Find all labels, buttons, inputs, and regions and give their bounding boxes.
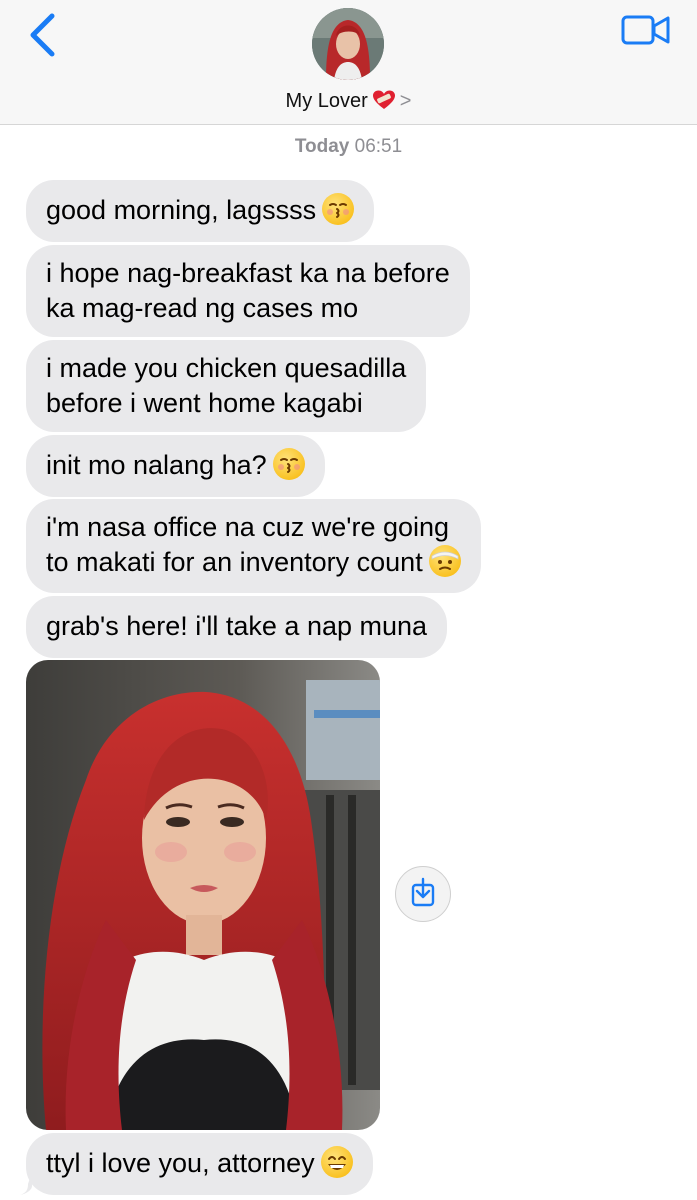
message-text: init mo nalang ha? (46, 450, 267, 480)
heart-with-bandage-icon (372, 90, 395, 109)
message-text: ttyl i love you, attorney (46, 1148, 315, 1178)
message-text: i hope nag-breakfast ka na before ka mag… (46, 258, 450, 323)
chevron-right-icon: > (399, 90, 412, 112)
grinning-face-icon (320, 1146, 353, 1178)
timestamp-time: 06:51 (354, 136, 403, 157)
thread-timestamp: Today 06:51 (0, 136, 697, 158)
kissing-face-icon (322, 193, 355, 225)
bubble-tail (20, 1172, 32, 1195)
face-with-head-bandage-icon (428, 545, 461, 577)
contact-name: My Lover (285, 90, 368, 112)
message-bubble[interactable]: good morning, lagssss (26, 180, 375, 242)
message-text: i made you chicken quesadilla before i w… (46, 353, 407, 418)
message-text: good morning, lagssss (46, 195, 317, 225)
message-text: grab's here! i'll take a nap muna (46, 611, 428, 641)
message-bubble[interactable]: init mo nalang ha? (26, 435, 325, 497)
download-icon (411, 877, 435, 907)
back-chevron-icon[interactable] (24, 12, 64, 58)
kissing-face-icon (272, 448, 305, 480)
video-call-icon[interactable] (620, 12, 672, 48)
message-bubble[interactable]: i made you chicken quesadilla before i w… (26, 340, 427, 432)
contact-name-button[interactable]: My Lover > (0, 90, 697, 113)
message-bubble[interactable]: grab's here! i'll take a nap muna (26, 596, 448, 658)
photo-attachment[interactable] (26, 660, 380, 1130)
message-bubble[interactable]: i hope nag-breakfast ka na before ka mag… (26, 245, 470, 337)
message-bubble[interactable]: ttyl i love you, attorney (26, 1133, 373, 1195)
conversation-header: My Lover > (0, 0, 697, 125)
message-bubble[interactable]: i'm nasa office na cuz we're going to ma… (26, 499, 481, 593)
message-text: i'm nasa office na cuz we're going to ma… (46, 512, 450, 577)
save-photo-button[interactable] (395, 866, 451, 922)
timestamp-day: Today (294, 136, 350, 157)
contact-avatar[interactable] (312, 8, 384, 80)
